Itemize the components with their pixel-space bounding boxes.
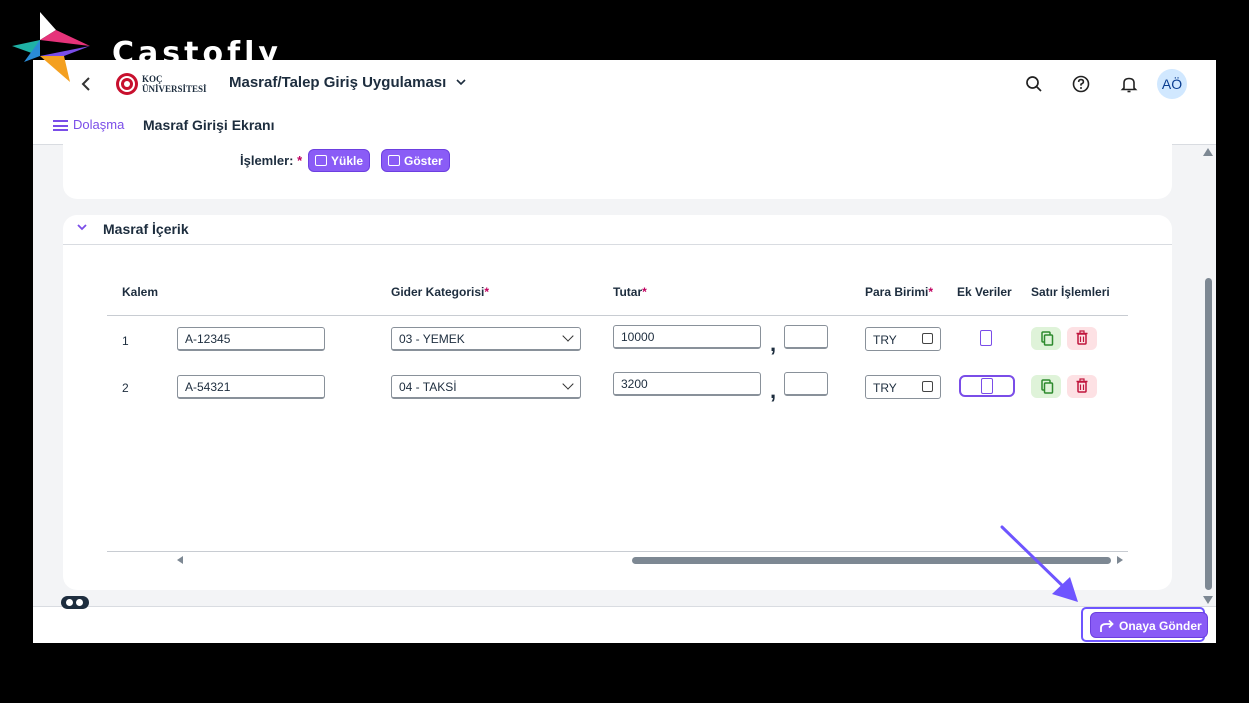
delete-row-button[interactable]: [1067, 327, 1097, 350]
vertical-scrollbar-thumb[interactable]: [1205, 278, 1212, 590]
help-icon: [1072, 75, 1090, 93]
screen: Castofly KOÇ ÜNİVERSİTESİ Masraf/Talep G…: [0, 0, 1249, 703]
trash-icon: [1076, 330, 1088, 345]
navigation-button[interactable]: Dolaşma: [53, 117, 124, 132]
attachment-button[interactable]: [959, 375, 1015, 397]
upload-label: Yükle: [331, 154, 364, 168]
amount-input[interactable]: 10000: [613, 325, 761, 349]
chevron-down-icon: [456, 76, 467, 90]
upload-folder-icon: [315, 155, 327, 166]
search-icon: [1026, 76, 1042, 92]
bell-icon: [1120, 77, 1138, 93]
attachment-doc-icon[interactable]: [980, 330, 992, 346]
show-search-icon: [388, 155, 400, 166]
chevron-down-icon[interactable]: [76, 221, 88, 236]
show-button[interactable]: Göster: [381, 149, 450, 172]
notifications-button[interactable]: [1119, 74, 1139, 94]
currency-value: TRY: [873, 381, 897, 395]
copy-icon: [1041, 331, 1054, 346]
table-bottom-divider: [107, 551, 1128, 552]
chevron-down-icon: [562, 378, 574, 390]
scroll-left-arrow-icon[interactable]: [177, 556, 183, 564]
scroll-up-arrow-icon[interactable]: [1203, 148, 1213, 156]
assistant-bot-icon[interactable]: [61, 596, 89, 609]
row-index: 2: [122, 381, 129, 395]
pointer-arrow-icon: [1000, 525, 1078, 602]
page-title: Masraf Girişi Ekranı: [143, 117, 275, 133]
help-button[interactable]: [1071, 74, 1091, 94]
search-button[interactable]: [1024, 74, 1044, 94]
header-kalem: Kalem: [122, 285, 159, 299]
castofly-watermark: Castofly: [12, 12, 282, 86]
delete-row-button[interactable]: [1067, 375, 1097, 398]
scroll-down-arrow-icon[interactable]: [1203, 596, 1213, 604]
category-select[interactable]: 04 - TAKSİ: [391, 375, 581, 399]
footer-bar: [33, 606, 1216, 643]
decimal-input[interactable]: [784, 372, 828, 396]
attachment-doc-icon: [981, 378, 993, 394]
amount-input[interactable]: 3200: [613, 372, 761, 396]
copy-row-button[interactable]: [1031, 327, 1061, 350]
hamburger-icon: [53, 120, 68, 132]
currency-field[interactable]: TRY: [865, 327, 941, 351]
submit-for-approval-button[interactable]: Onaya Gönder: [1090, 612, 1208, 638]
scroll-right-arrow-icon[interactable]: [1117, 556, 1123, 564]
submit-label: Onaya Gönder: [1119, 619, 1202, 633]
header-ek-veriler: Ek Veriler: [957, 285, 1012, 299]
currency-field[interactable]: TRY: [865, 375, 941, 399]
category-select[interactable]: 03 - YEMEK: [391, 327, 581, 351]
trash-icon: [1076, 378, 1088, 393]
copy-row-button[interactable]: [1031, 375, 1061, 398]
table-header-divider: [107, 315, 1128, 316]
category-value: 04 - TAKSİ: [399, 380, 457, 394]
header-satir-islemleri: Satır İşlemleri: [1031, 285, 1110, 299]
section-title: Masraf İçerik: [103, 221, 189, 237]
row-index: 1: [122, 334, 129, 348]
header-tutar: Tutar*: [613, 285, 647, 299]
sub-header: Dolaşma Masraf Girişi Ekranı: [33, 108, 1216, 145]
currency-value: TRY: [873, 333, 897, 347]
user-avatar[interactable]: AÖ: [1157, 69, 1187, 99]
chevron-down-icon: [562, 330, 574, 342]
decimal-separator: ,: [770, 331, 777, 356]
category-value: 03 - YEMEK: [399, 332, 465, 346]
header-gider-kategorisi: Gider Kategorisi*: [391, 285, 490, 299]
navigation-label: Dolaşma: [73, 117, 125, 132]
decimal-input[interactable]: [784, 325, 828, 349]
required-mark: *: [297, 153, 303, 168]
code-input[interactable]: A-12345: [177, 327, 325, 351]
show-label: Göster: [404, 154, 443, 168]
operations-label: İşlemler: *: [240, 153, 303, 168]
code-input[interactable]: A-54321: [177, 375, 325, 399]
header-para-birimi: Para Birimi*: [865, 285, 934, 299]
castofly-wordmark: Castofly: [112, 36, 282, 71]
operations-card: İşlemler: * Yükle Göster: [63, 144, 1172, 199]
castofly-logo-icon: [12, 12, 90, 82]
section-header[interactable]: Masraf İçerik: [63, 215, 1172, 245]
value-help-icon[interactable]: [922, 381, 933, 392]
upload-button[interactable]: Yükle: [308, 149, 371, 172]
share-arrow-icon: [1100, 619, 1114, 632]
value-help-icon[interactable]: [922, 333, 933, 344]
copy-icon: [1041, 379, 1054, 394]
decimal-separator: ,: [770, 378, 777, 403]
